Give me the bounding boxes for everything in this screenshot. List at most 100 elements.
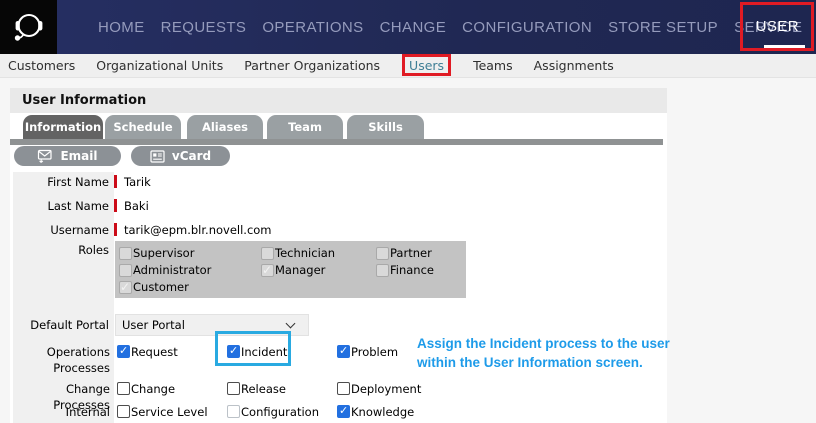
field-row-username: Username tarik@epm.blr.novell.com: [10, 223, 667, 239]
roles-checkbox-group: Supervisor Technician Partner Administra…: [115, 241, 466, 298]
checkbox-label: Problem: [350, 345, 398, 359]
checkbox-label: Request: [130, 345, 178, 359]
annotation-line-1: Assign the Incident process to the user: [417, 334, 707, 353]
subnav-item-assignments[interactable]: Assignments: [534, 58, 614, 73]
subnav-item-partner-organizations[interactable]: Partner Organizations: [244, 58, 380, 73]
nav-item-operations[interactable]: OPERATIONS: [262, 19, 363, 36]
checkbox-label: Administrator: [132, 263, 211, 277]
checkbox-request-checked[interactable]: ✓: [117, 345, 130, 358]
tab-team[interactable]: Team: [267, 115, 343, 139]
last-name-label: Last Name: [10, 199, 109, 213]
username-label: Username: [10, 223, 109, 237]
checkbox-service-level[interactable]: [117, 405, 130, 418]
role-option-administrator: Administrator: [119, 263, 211, 277]
checkmark-icon: ✓: [229, 344, 238, 357]
checkbox-label: Release: [240, 382, 286, 396]
checkbox-change[interactable]: [117, 382, 130, 395]
checkbox-problem-checked[interactable]: ✓: [337, 345, 350, 358]
first-name-value[interactable]: Tarik: [124, 175, 151, 189]
contact-card-icon: [150, 150, 165, 163]
checkmark-icon: ✓: [339, 344, 348, 357]
roles-label: Roles: [10, 243, 109, 257]
checkbox-label: Customer: [132, 280, 189, 294]
vcard-button-label: vCard: [172, 149, 211, 163]
operations-processes-label: Operations Processes: [14, 344, 110, 376]
checkbox-label: Knowledge: [350, 405, 414, 419]
internal-processes-label: Internal Processes: [14, 404, 110, 423]
checkbox-label: Incident: [240, 345, 287, 359]
process-option-service-level: Service Level: [117, 404, 208, 419]
checkbox-label: Technician: [274, 246, 335, 260]
tab-information[interactable]: Information: [23, 115, 103, 139]
envelope-icon: [37, 149, 53, 164]
subnav-item-customers[interactable]: Customers: [8, 58, 75, 73]
checkbox-customer-checked[interactable]: ✓: [119, 281, 132, 294]
subnav-item-teams[interactable]: Teams: [473, 58, 513, 73]
checkmark-icon: ✓: [262, 263, 272, 277]
tab-schedule[interactable]: Schedule: [105, 115, 181, 139]
field-row-last-name: Last Name Baki: [10, 199, 667, 215]
required-marker: [114, 199, 117, 212]
vcard-button[interactable]: vCard: [131, 146, 230, 166]
app-logo[interactable]: [0, 0, 57, 54]
nav-item-configuration[interactable]: CONFIGURATION: [462, 19, 592, 36]
field-row-first-name: First Name Tarik: [10, 175, 667, 191]
required-marker: [114, 175, 117, 188]
checkbox-deployment[interactable]: [337, 382, 350, 395]
tab-underbar: [10, 139, 663, 145]
process-option-request: ✓ Request: [117, 344, 178, 359]
headset-icon: [9, 7, 49, 47]
chevron-down-icon: [286, 319, 296, 329]
checkbox-label: Manager: [274, 263, 325, 277]
checkbox-supervisor[interactable]: [119, 247, 132, 260]
role-option-supervisor: Supervisor: [119, 246, 194, 260]
checkbox-partner[interactable]: [376, 247, 389, 260]
checkbox-label: Service Level: [130, 405, 208, 419]
secondary-navigation-bar: Customers Organizational Units Partner O…: [0, 54, 816, 78]
last-name-value[interactable]: Baki: [124, 199, 149, 213]
default-portal-select[interactable]: User Portal: [115, 314, 309, 336]
checkbox-label: Supervisor: [132, 246, 194, 260]
checkbox-configuration-disabled[interactable]: [227, 405, 240, 418]
nav-item-home[interactable]: HOME: [98, 19, 145, 36]
subnav-item-organizational-units[interactable]: Organizational Units: [96, 58, 223, 73]
annotation-text: Assign the Incident process to the user …: [417, 334, 707, 372]
checkbox-release[interactable]: [227, 382, 240, 395]
tab-skills[interactable]: Skills: [347, 115, 424, 139]
nav-item-user-label: USER: [756, 18, 799, 35]
user-information-panel: User Information Information Schedule Al…: [10, 88, 667, 423]
nav-item-requests[interactable]: REQUESTS: [161, 19, 247, 36]
subnav-item-users-active[interactable]: Users: [409, 58, 444, 73]
checkmark-icon: ✓: [119, 344, 128, 357]
checkmark-icon: ✓: [120, 280, 130, 294]
process-option-change: Change: [117, 381, 175, 396]
checkbox-label: Change: [130, 382, 175, 396]
subnav-users-label: Users: [409, 58, 444, 73]
checkbox-label: Deployment: [350, 382, 421, 396]
tab-aliases[interactable]: Aliases: [187, 115, 263, 139]
checkbox-label: Finance: [389, 263, 434, 277]
checkbox-manager-checked[interactable]: ✓: [261, 264, 274, 277]
checkbox-technician[interactable]: [261, 247, 274, 260]
process-option-knowledge: ✓ Knowledge: [337, 404, 414, 419]
required-marker: [114, 223, 117, 236]
nav-item-user-active[interactable]: USER: [756, 0, 799, 54]
checkbox-label: Partner: [389, 246, 432, 260]
nav-item-change[interactable]: CHANGE: [380, 19, 447, 36]
nav-item-store-setup[interactable]: STORE SETUP: [608, 19, 718, 36]
active-nav-underline: [764, 45, 805, 50]
process-option-configuration: Configuration: [227, 404, 319, 419]
app-window: HOME REQUESTS OPERATIONS CHANGE CONFIGUR…: [0, 0, 816, 423]
process-option-deployment: Deployment: [337, 381, 421, 396]
username-value[interactable]: tarik@epm.blr.novell.com: [124, 223, 272, 237]
default-portal-value: User Portal: [122, 318, 185, 332]
checkbox-label: Configuration: [240, 405, 319, 419]
checkbox-administrator[interactable]: [119, 264, 132, 277]
email-button[interactable]: Email: [14, 146, 121, 166]
process-option-release: Release: [227, 381, 286, 396]
checkbox-incident-checked[interactable]: ✓: [227, 345, 240, 358]
role-option-customer: ✓ Customer: [119, 280, 189, 294]
checkbox-finance[interactable]: [376, 264, 389, 277]
checkbox-knowledge-checked[interactable]: ✓: [337, 405, 350, 418]
first-name-label: First Name: [10, 175, 109, 189]
